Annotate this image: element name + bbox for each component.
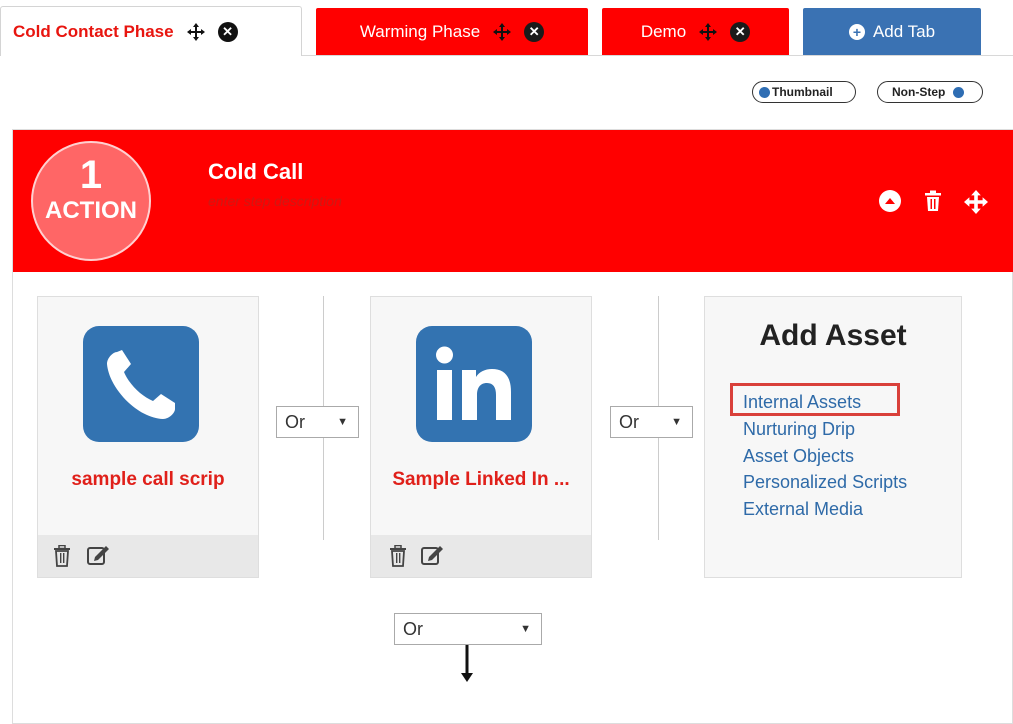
personalized-scripts-link[interactable]: Personalized Scripts [743, 472, 907, 493]
toggle-knob [759, 86, 770, 98]
tab-label: Warming Phase [359, 21, 481, 41]
step-description-field[interactable]: enter step description [208, 193, 342, 209]
trash-icon[interactable] [923, 190, 943, 217]
caret-down-icon: ▼ [671, 416, 682, 428]
non-step-toggle[interactable]: Non-Step [877, 81, 983, 103]
caret-down-icon: ▼ [337, 416, 348, 428]
or-select[interactable]: Or ▼ [610, 406, 693, 438]
arrow-down-icon [459, 645, 475, 688]
move-icon[interactable] [492, 22, 512, 42]
close-icon[interactable]: ✕ [217, 21, 238, 42]
caret-down-icon: ▼ [520, 623, 531, 635]
toggle-knob [953, 86, 965, 98]
thumbnail-label: Thumbnail [772, 85, 833, 99]
step-number: 1 [79, 153, 103, 197]
step-badge: 1 ACTION [31, 141, 151, 261]
non-step-label: Non-Step [892, 85, 946, 99]
or-select-value: Or [619, 411, 639, 432]
or-select-value: Or [403, 618, 423, 639]
next-step-or-select[interactable]: Or ▼ [394, 613, 542, 645]
asset-title[interactable]: sample call scrip [38, 469, 258, 491]
tab-label: Cold Contact Phase [13, 21, 174, 41]
add-tab-label: Add Tab [872, 21, 936, 41]
tab-label: Demo [640, 21, 687, 41]
plus-circle-icon: + [848, 23, 865, 40]
edit-icon[interactable] [86, 543, 110, 572]
step-title[interactable]: Cold Call [208, 159, 303, 185]
phone-icon [83, 326, 199, 442]
move-icon[interactable] [186, 22, 206, 42]
collapse-icon[interactable] [879, 190, 901, 212]
tab-cold-contact-phase[interactable]: Cold Contact Phase ✕ [0, 6, 302, 56]
trash-icon[interactable] [53, 544, 71, 572]
linkedin-icon [416, 326, 532, 442]
card-footer [371, 535, 591, 577]
asset-objects-link[interactable]: Asset Objects [743, 446, 854, 467]
add-tab-button[interactable]: + Add Tab [803, 8, 981, 55]
external-media-link[interactable]: External Media [743, 499, 863, 520]
asset-card[interactable]: sample call scrip [37, 296, 259, 578]
add-asset-title: Add Asset [759, 319, 907, 352]
move-icon[interactable] [698, 22, 718, 42]
tab-demo[interactable]: Demo ✕ [602, 8, 789, 55]
card-footer [38, 535, 258, 577]
move-icon[interactable] [964, 190, 988, 219]
tab-warming-phase[interactable]: Warming Phase ✕ [316, 8, 588, 55]
close-icon[interactable]: ✕ [524, 21, 545, 42]
step-type: ACTION [45, 197, 137, 224]
step-header [13, 130, 1013, 272]
edit-icon[interactable] [420, 543, 444, 572]
or-select-value: Or [285, 411, 305, 432]
asset-title[interactable]: Sample Linked In ... [371, 469, 591, 491]
asset-card[interactable]: Sample Linked In ... [370, 296, 592, 578]
or-select[interactable]: Or ▼ [276, 406, 359, 438]
close-icon[interactable]: ✕ [730, 21, 751, 42]
internal-assets-link[interactable]: Internal Assets [743, 392, 861, 413]
trash-icon[interactable] [389, 544, 407, 572]
thumbnail-toggle[interactable]: Thumbnail [752, 81, 856, 103]
nurturing-drip-link[interactable]: Nurturing Drip [743, 419, 855, 440]
